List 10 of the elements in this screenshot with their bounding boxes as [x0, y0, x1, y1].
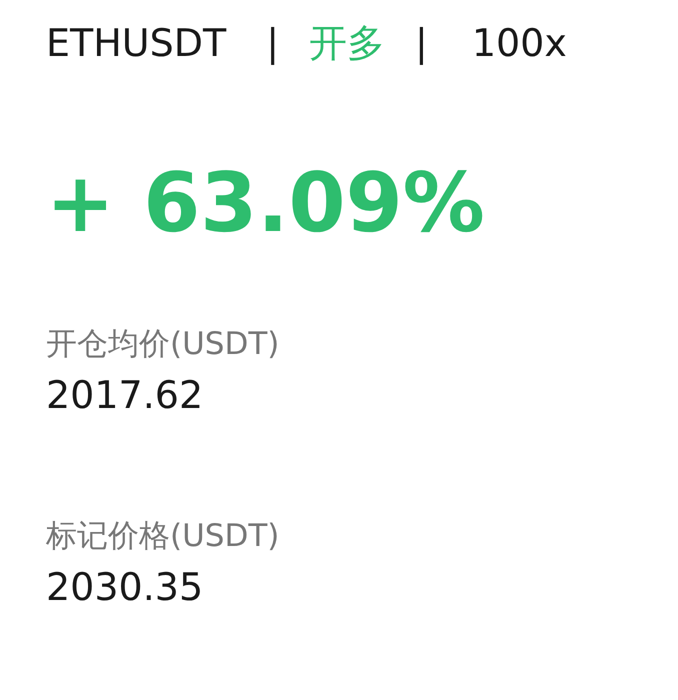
field-label: 开仓均价(USDT): [46, 325, 280, 364]
position-side: 开多: [309, 20, 386, 67]
pnl-percentage: + 63.09%: [46, 155, 486, 253]
trading-pair: ETHUSDT: [46, 20, 226, 67]
separator-text: |: [415, 20, 428, 67]
field-value: 2030.35: [46, 564, 204, 611]
field-label: 标记价格(USDT): [46, 517, 280, 556]
field-value: 2017.62: [46, 372, 204, 419]
separator-text: |: [266, 20, 280, 67]
leverage: 100x: [472, 20, 567, 67]
